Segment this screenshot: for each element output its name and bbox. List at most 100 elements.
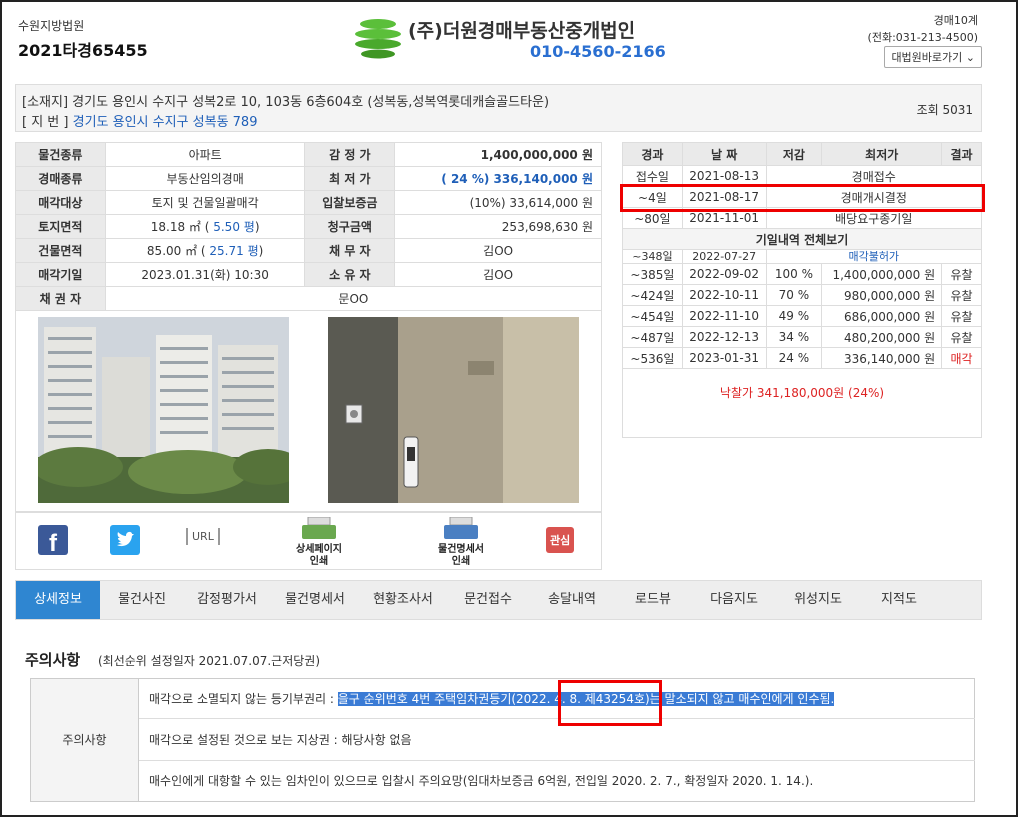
date: 2023-01-31 [681,347,767,369]
all-view-row[interactable]: 기일내역 전체보기 [622,228,982,250]
printer-blue-icon [444,516,478,539]
address-box: [소재지] 경기도 용인시 수지구 성복2로 10, 103동 6층604호 (… [15,84,982,132]
highlight-box [558,680,662,726]
deposit-value: (10%) 33,614,000 원 [394,190,602,215]
claim-value: 253,698,630 원 [394,214,602,239]
tab-roadview[interactable]: 로드뷰 [614,581,692,619]
sale-date-value: 2023.01.31(화) 10:30 [104,262,306,287]
notes-title: 주의사항 [25,651,81,669]
item-spec-print-button[interactable]: 물건명세서 인쇄 [421,516,501,568]
location-line: [소재지] 경기도 용인시 수지구 성복2로 10, 103동 6층604호 (… [22,91,549,110]
tab-delivery[interactable]: 송달내역 [530,581,614,619]
land-area-close: ) [254,220,260,234]
tab-detail-info[interactable]: 상세정보 [16,581,100,619]
jibun-line: [ 지 번 ] 경기도 용인시 수지구 성복동 789 [22,111,257,130]
url-icon: URL [186,528,220,545]
note-row: 매각으로 소멸되지 않는 등기부권리 : 을구 순위번호 4번 주택임차권등기(… [139,679,975,719]
interest-icon: 관심 [546,527,575,553]
result: 유찰 [941,284,982,306]
tab-appraisal[interactable]: 감정평가서 [184,581,270,619]
notes-subtitle: (최선순위 설정일자 2021.07.07.근저당권) [98,654,320,668]
table-row: ~348일 2022-07-27 매각불허가 [622,249,983,264]
building-area-close: ) [258,244,264,258]
table-row: ~454일 2022-11-10 49 % 686,000,000 원 유찰 [622,305,982,327]
appraisal-label: 감 정 가 [304,142,396,167]
result: 유찰 [941,326,982,348]
date: 2022-12-13 [681,326,767,348]
tab-item-photos[interactable]: 물건사진 [100,581,184,619]
min-price-value: ( 24 %) 336,140,000 원 [394,166,602,191]
building-area-pyeong[interactable]: 25.71 평 [206,244,258,258]
target-value: 토지 및 건물일괄매각 [104,190,306,215]
claim-label: 청구금액 [304,214,396,239]
tab-daum-map[interactable]: 다음지도 [692,581,776,619]
icon-bar: f URL 상세페이지 인쇄 물건명세서 인쇄 관심 [15,512,602,570]
location-value: 경기도 용인시 수지구 성복2로 10, 103동 6층604호 (성복동,성복… [72,95,550,110]
photo-panel [15,308,602,512]
notes-header: 주의사항 [31,679,139,801]
land-area-pyeong[interactable]: 5.50 평 [209,220,255,234]
event: 매각불허가 [765,249,983,264]
elapsed: ~348일 [622,249,683,264]
tab-survey[interactable]: 현황조사서 [360,581,446,619]
tab-documents[interactable]: 문건접수 [446,581,530,619]
item-info-table: 물건종류 아파트 감 정 가 1,400,000,000 원 경매종류 부동산임… [15,142,603,311]
rate: 70 % [765,284,823,306]
notes-table: 주의사항 매각으로 소멸되지 않는 등기부권리 : 을구 순위번호 4번 주택임… [30,678,975,802]
rate: 34 % [765,326,823,348]
tab-item-spec[interactable]: 물건명세서 [270,581,360,619]
elapsed: ~536일 [622,347,683,369]
price: 480,200,000 원 [821,326,943,348]
elapsed: ~385일 [622,263,683,285]
detail-tabs: 상세정보 물건사진 감정평가서 물건명세서 현황조사서 문건접수 송달내역 로드… [15,580,982,620]
globe-logo-icon [354,14,402,62]
jibun-link[interactable]: 경기도 용인시 수지구 성복동 789 [73,115,258,130]
tab-cadastral-map[interactable]: 지적도 [860,581,938,619]
col-date: 날 짜 [681,142,767,166]
building-area-label: 건물면적 [15,238,106,263]
result: 유찰 [941,263,982,285]
auction-type-label: 경매종류 [15,166,106,191]
land-area-m2: 18.18 ㎡ ( [150,220,210,234]
type-value: 아파트 [104,142,306,167]
jibun-label: [ 지 번 ] [22,115,69,130]
company-phone: 010-4560-2166 [530,42,666,61]
auction-type-value: 부동산임의경매 [104,166,306,191]
result: 매각 [941,347,982,369]
result: 유찰 [941,305,982,327]
court-shortcut-select[interactable]: 대법원바로가기 ⌄ [884,46,982,68]
elapsed: ~424일 [622,284,683,306]
type-label: 물건종류 [15,142,106,167]
url-copy-button[interactable]: URL [186,528,220,545]
elapsed: ~454일 [622,305,683,327]
rate: 24 % [765,347,823,369]
detail-page-print-button[interactable]: 상세페이지 인쇄 [284,516,354,568]
col-reduction: 저감 [765,142,823,166]
table-row: ~487일 2022-12-13 34 % 480,200,000 원 유찰 [622,326,982,348]
date: 2022-10-11 [681,284,767,306]
sold-price: 낙찰가 341,180,000원 (24%) [719,386,885,400]
rate: 49 % [765,305,823,327]
twitter-share-button[interactable] [110,525,140,558]
interest-button[interactable]: 관심 [546,527,575,553]
col-min-price: 최저가 [821,142,943,166]
price: 686,000,000 원 [821,305,943,327]
target-label: 매각대상 [15,190,106,215]
unit-door-photo[interactable] [328,317,579,503]
debtor-label: 채 무 자 [304,238,396,263]
all-schedule-link[interactable]: 기일내역 전체보기 [622,228,982,250]
table-row: 토지면적 18.18 ㎡ ( 5.50 평) 청구금액 253,698,630 … [15,214,602,239]
svg-text:f: f [49,530,58,555]
company-name: (주)더원경매부동산중개법인 [408,20,636,42]
table-row: 채 권 자 문OO [15,286,603,311]
rate: 100 % [765,263,823,285]
company-logo[interactable]: (주)더원경매부동산중개법인 010-4560-2166 [352,12,666,64]
elapsed: ~487일 [622,326,683,348]
note-row: 매수인에게 대항할 수 있는 임차인이 있으므로 입찰시 주의요망(임대차보증금… [149,774,814,788]
tab-satellite-map[interactable]: 위성지도 [776,581,860,619]
facebook-share-button[interactable]: f [38,525,68,558]
apartment-exterior-photo[interactable] [38,317,289,503]
printer-green-icon [302,516,336,539]
location-label: [소재지] [22,95,69,110]
debtor-value: 김OO [394,238,602,263]
